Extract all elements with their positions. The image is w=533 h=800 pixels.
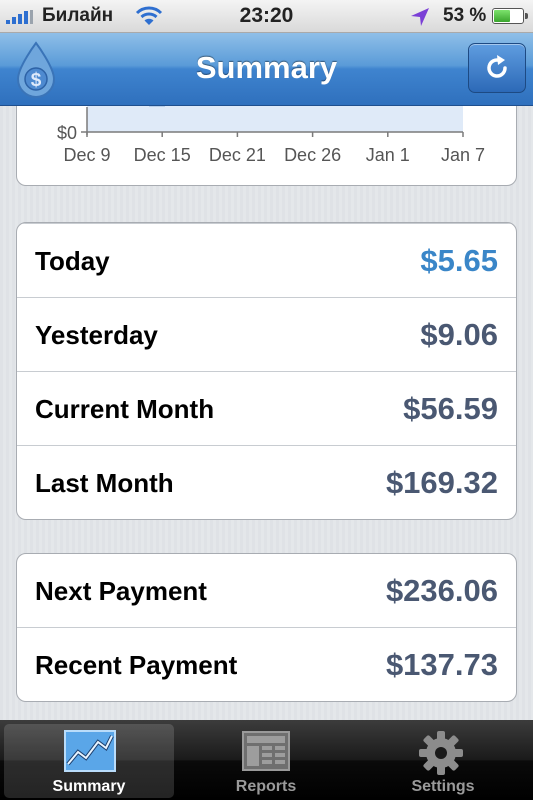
row-label: Recent Payment [35,650,238,680]
battery-percent: 53 % [443,5,487,26]
tab-label: Summary [52,778,126,795]
tab-settings[interactable]: Settings [358,724,528,798]
row-label: Last Month [35,468,174,498]
page-title: Summary [195,50,338,85]
list-item: Yesterday $9.06 [17,297,516,371]
refresh-button[interactable] [468,43,526,93]
status-bar: Билайн 23:20 53 % [0,0,533,33]
x-tick-label: Jan 7 [441,145,485,165]
list-item: Current Month $56.59 [17,371,516,445]
x-tick-label: Dec 26 [284,145,341,165]
row-value: $137.73 [385,647,498,682]
tab-reports[interactable]: Reports [181,724,351,798]
x-tick-label: Dec 9 [63,145,110,165]
tab-summary[interactable]: Summary [4,724,174,798]
location-arrow-icon [411,8,429,26]
row-label: Current Month [35,394,215,424]
row-label: Next Payment [35,576,207,606]
row-value: $9.06 [420,317,498,352]
navigation-bar: $ Summary [0,33,533,106]
refresh-icon [487,55,507,78]
list-item: Recent Payment $137.73 [17,627,516,701]
tab-label: Reports [235,778,297,795]
earnings-list: Today $5.65 Yesterday $9.06 Current Month $56… [16,222,517,520]
gear-icon [419,731,463,775]
line-chart-icon [64,730,116,772]
x-tick-label: Jan 1 [366,145,410,165]
row-value: $169.32 [385,465,498,500]
list-item: Last Month $169.32 [17,445,516,519]
earnings-chart: $0 Dec 9 Dec 15 Dec 21 Dec 26 Jan 1 Jan 7 [16,106,517,186]
x-tick-label: Dec 15 [134,145,191,165]
summary-content[interactable]: $0 Dec 9 Dec 15 Dec 21 Dec 26 Jan 1 Jan 7 Tod… [0,106,533,720]
list-item: Next Payment $236.06 [17,554,516,627]
newspaper-icon [242,731,290,771]
list-item: Today $5.65 [17,223,516,297]
tab-label: Settings [411,778,475,795]
row-label: Today [35,246,110,276]
row-label: Yesterday [35,320,158,350]
x-tick-label: Dec 21 [209,145,266,165]
row-value: $5.65 [420,243,498,278]
y-tick-label: $0 [57,123,77,143]
payments-list: Next Payment $236.06 Recent Payment $137.73 [16,553,517,702]
battery-icon [492,8,528,24]
chart-bar [149,106,165,107]
row-value: $56.59 [403,391,498,426]
row-value: $236.06 [385,573,498,608]
chart-area-fill [87,106,463,132]
tab-bar: Summary Reports Settings [0,720,533,800]
